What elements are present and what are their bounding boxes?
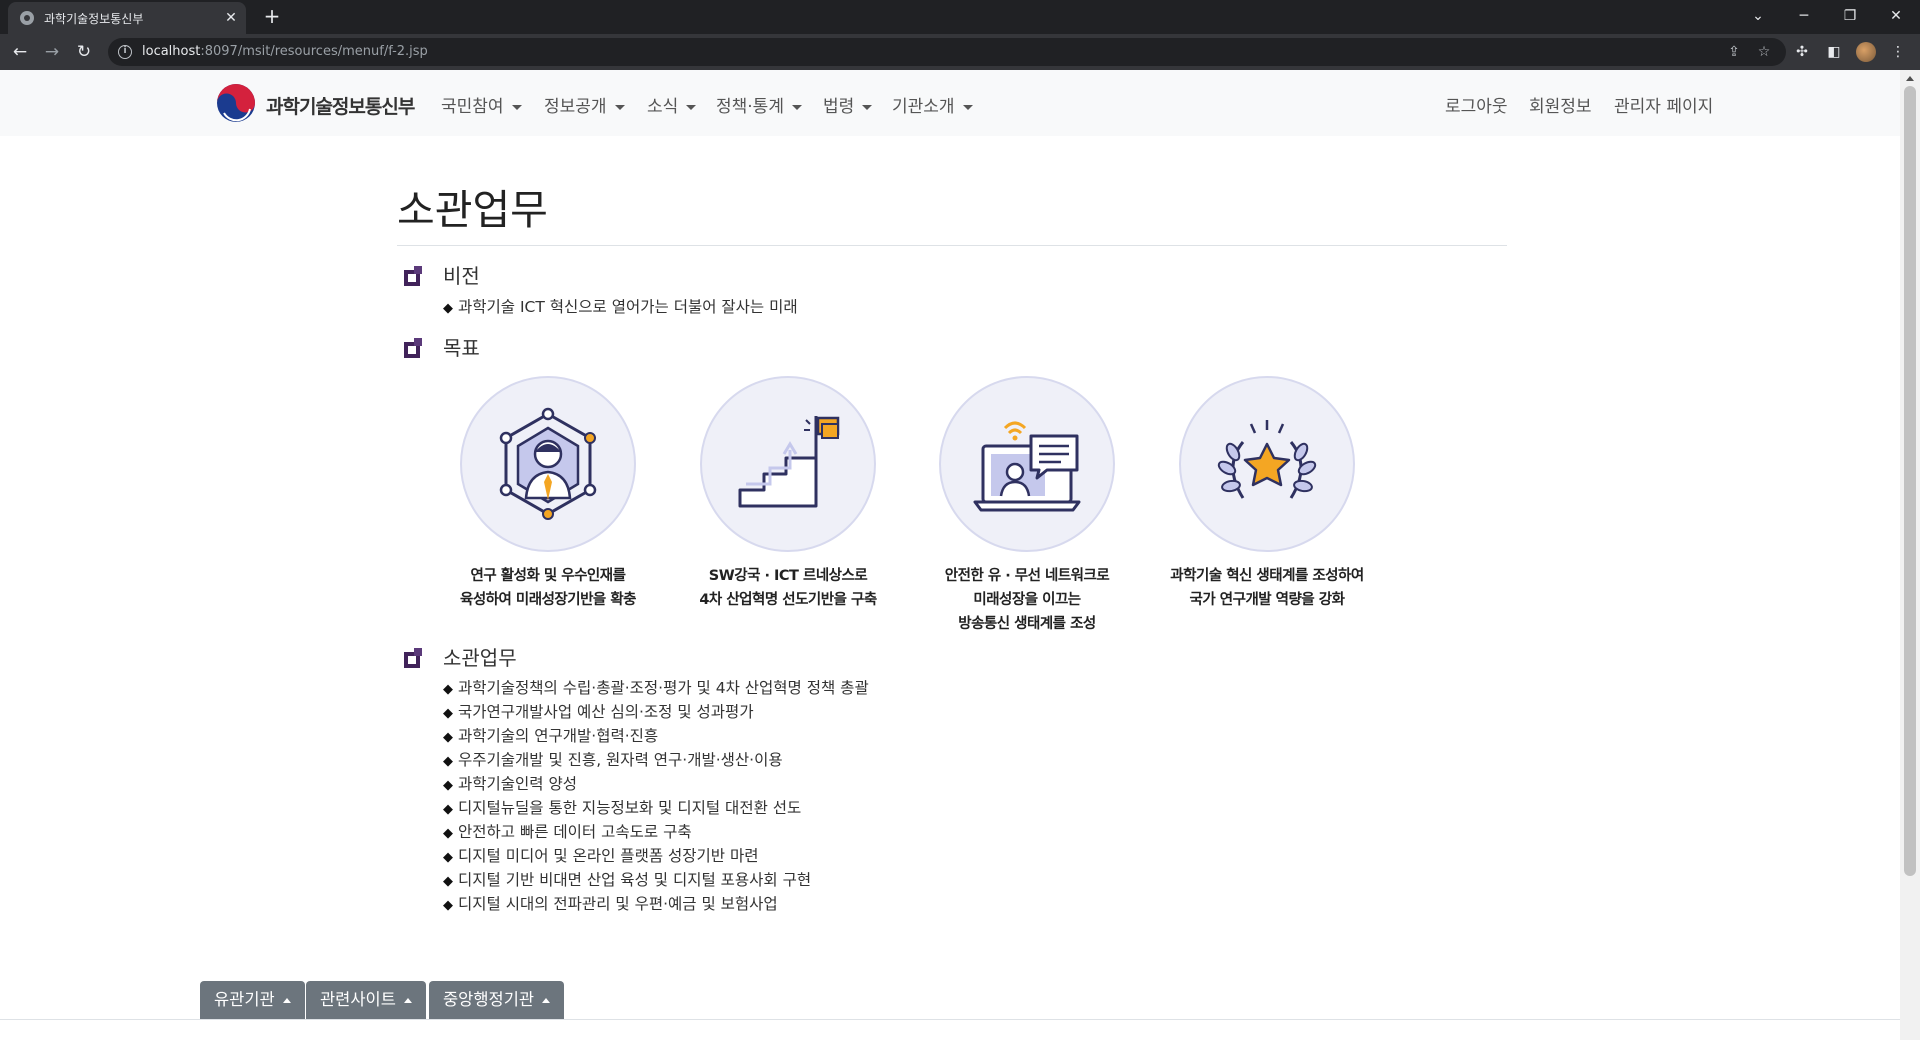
goal-caption-3: 안전한 유 · 무선 네트워크로 미래성장을 이끄는 방송통신 생태계를 조성 xyxy=(944,568,1110,632)
tab-title: 과학기술정보통신부 xyxy=(44,12,144,26)
caret-down-icon xyxy=(862,104,873,110)
diamond-bullet-icon: ◆ xyxy=(443,301,453,316)
scroll-up-icon[interactable] xyxy=(1906,76,1914,81)
close-window-icon[interactable]: ✕ xyxy=(1884,4,1908,28)
stairs-flag-icon xyxy=(738,416,840,508)
extensions-icon[interactable]: ✣ xyxy=(1792,42,1812,62)
close-icon[interactable]: ✕ xyxy=(222,9,240,27)
caret-down-icon xyxy=(686,104,697,110)
logout-link[interactable]: 로그아웃 xyxy=(1445,92,1508,117)
diamond-bullet-icon: ◆ xyxy=(443,730,453,745)
diamond-bullet-icon: ◆ xyxy=(443,802,453,817)
caret-down-icon xyxy=(511,104,522,110)
duty-item: ◆ 우주기술개발 및 진흥, 원자력 연구·개발·생산·이용 xyxy=(443,751,783,769)
goal-circle-2 xyxy=(700,376,876,552)
browser-tab[interactable]: 과학기술정보통신부 ✕ xyxy=(8,2,246,34)
laptop-wifi-icon xyxy=(973,421,1081,512)
taegeuk-logo-icon[interactable] xyxy=(216,83,256,123)
section-title-vision: 비전 xyxy=(443,264,480,288)
diamond-bullet-icon: ◆ xyxy=(443,850,453,865)
goal-caption-2: SW강국 · ICT 르네상스로 4차 산업혁명 선도기반을 구축 xyxy=(699,568,877,608)
duty-item: ◆ 디지털 시대의 전파관리 및 우편·예금 및 보험사업 xyxy=(443,895,778,913)
menu-citizen-participation[interactable]: 국민참여 xyxy=(441,92,522,117)
page-viewport: 과학기술정보통신부 국민참여 정보공개 소식 정책·통계 법령 기관소개 로그아… xyxy=(0,70,1900,1040)
side-panel-icon[interactable]: ◧ xyxy=(1824,42,1844,62)
menu-policy-statistics[interactable]: 정책·통계 xyxy=(716,92,802,117)
menu-law[interactable]: 법령 xyxy=(823,92,873,117)
duty-item: ◆ 디지털 미디어 및 온라인 플랫폼 성장기반 마련 xyxy=(443,847,759,865)
vertical-scrollbar[interactable] xyxy=(1900,70,1920,1040)
diamond-bullet-icon: ◆ xyxy=(443,706,453,721)
minimize-icon[interactable]: ─ xyxy=(1792,4,1816,28)
menu-about[interactable]: 기관소개 xyxy=(892,92,973,117)
goal-circle-1 xyxy=(460,376,636,552)
duty-item: ◆ 디지털뉴딜을 통한 지능정보화 및 디지털 대전환 선도 xyxy=(443,799,802,817)
related-agencies-button[interactable]: 유관기관 xyxy=(200,981,305,1019)
section-bullet-icon xyxy=(404,266,422,286)
forward-icon[interactable]: → xyxy=(40,40,64,64)
new-tab-button[interactable]: + xyxy=(260,4,284,28)
caret-down-icon xyxy=(962,104,973,110)
central-agencies-button[interactable]: 중앙행정기관 xyxy=(429,981,565,1019)
bookmark-star-icon[interactable]: ☆ xyxy=(1754,42,1774,62)
menu-news[interactable]: 소식 xyxy=(647,92,697,117)
admin-page-link[interactable]: 관리자 페이지 xyxy=(1614,92,1713,117)
chevron-down-icon[interactable]: ⌄ xyxy=(1746,4,1770,28)
duty-item: ◆ 국가연구개발사업 예산 심의·조정 및 성과평가 xyxy=(443,703,754,721)
title-divider xyxy=(397,245,1507,246)
diamond-bullet-icon: ◆ xyxy=(443,754,453,769)
restore-icon[interactable]: ❐ xyxy=(1838,4,1862,28)
url-text[interactable]: localhost:8097/msit/resources/menuf/f-2.… xyxy=(142,44,428,59)
goal-caption-1: 연구 활성화 및 우수인재를 육성하여 미래성장기반을 확충 xyxy=(459,568,637,608)
member-info-link[interactable]: 회원정보 xyxy=(1529,92,1592,117)
menu-kebab-icon[interactable]: ⋮ xyxy=(1888,42,1908,62)
caret-up-icon xyxy=(542,998,551,1003)
diamond-bullet-icon: ◆ xyxy=(443,874,453,889)
caret-up-icon xyxy=(282,998,291,1003)
info-icon[interactable]: i xyxy=(118,45,132,59)
back-icon[interactable]: ← xyxy=(8,40,32,64)
address-bar[interactable]: i localhost:8097/msit/resources/menuf/f-… xyxy=(108,38,1786,66)
browser-tab-bar: 과학기술정보통신부 ✕ + ⌄ ─ ❐ ✕ xyxy=(0,0,1920,34)
globe-icon xyxy=(20,11,34,25)
vision-item: ◆ 과학기술 ICT 혁신으로 열어가는 더불어 잘사는 미래 xyxy=(443,298,798,316)
site-navbar: 과학기술정보통신부 국민참여 정보공개 소식 정책·통계 법령 기관소개 로그아… xyxy=(0,70,1900,136)
caret-down-icon xyxy=(614,104,625,110)
scroll-thumb[interactable] xyxy=(1904,86,1916,876)
person-network-icon xyxy=(499,407,597,520)
duty-item: ◆ 과학기술의 연구개발·협력·진흥 xyxy=(443,727,659,745)
goal-circle-4 xyxy=(1179,376,1355,552)
diamond-bullet-icon: ◆ xyxy=(443,898,453,913)
section-title-duties: 소관업무 xyxy=(443,646,517,670)
section-bullet-icon xyxy=(404,338,422,358)
diamond-bullet-icon: ◆ xyxy=(443,682,453,697)
share-icon[interactable]: ⇪ xyxy=(1724,42,1744,62)
duty-item: ◆ 안전하고 빠른 데이터 고속도로 구축 xyxy=(443,823,692,841)
caret-down-icon xyxy=(791,104,802,110)
duty-item: ◆ 과학기술정책의 수립·총괄·조정·평가 및 4차 산업혁명 정책 총괄 xyxy=(443,679,869,697)
site-logo-text[interactable]: 과학기술정보통신부 xyxy=(266,92,415,119)
goal-circle-3 xyxy=(939,376,1115,552)
menu-information-disclosure[interactable]: 정보공개 xyxy=(544,92,625,117)
section-bullet-icon xyxy=(404,648,422,668)
goal-caption-4: 과학기술 혁신 생태계를 조성하여 국가 연구개발 역량을 강화 xyxy=(1170,568,1364,608)
profile-avatar[interactable] xyxy=(1856,42,1876,62)
footer-divider xyxy=(0,1019,1900,1020)
laurel-star-icon xyxy=(1217,420,1317,499)
reload-icon[interactable]: ↻ xyxy=(72,40,96,64)
duty-item: ◆ 과학기술인력 양성 xyxy=(443,775,578,793)
diamond-bullet-icon: ◆ xyxy=(443,778,453,793)
diamond-bullet-icon: ◆ xyxy=(443,826,453,841)
related-sites-button[interactable]: 관련사이트 xyxy=(306,981,426,1019)
browser-toolbar: ← → ↻ i localhost:8097/msit/resources/me… xyxy=(0,34,1920,70)
section-title-goals: 목표 xyxy=(443,336,480,360)
page-title: 소관업무 xyxy=(397,186,548,234)
duty-item: ◆ 디지털 기반 비대면 산업 육성 및 디지털 포용사회 구현 xyxy=(443,871,812,889)
caret-up-icon xyxy=(403,998,412,1003)
